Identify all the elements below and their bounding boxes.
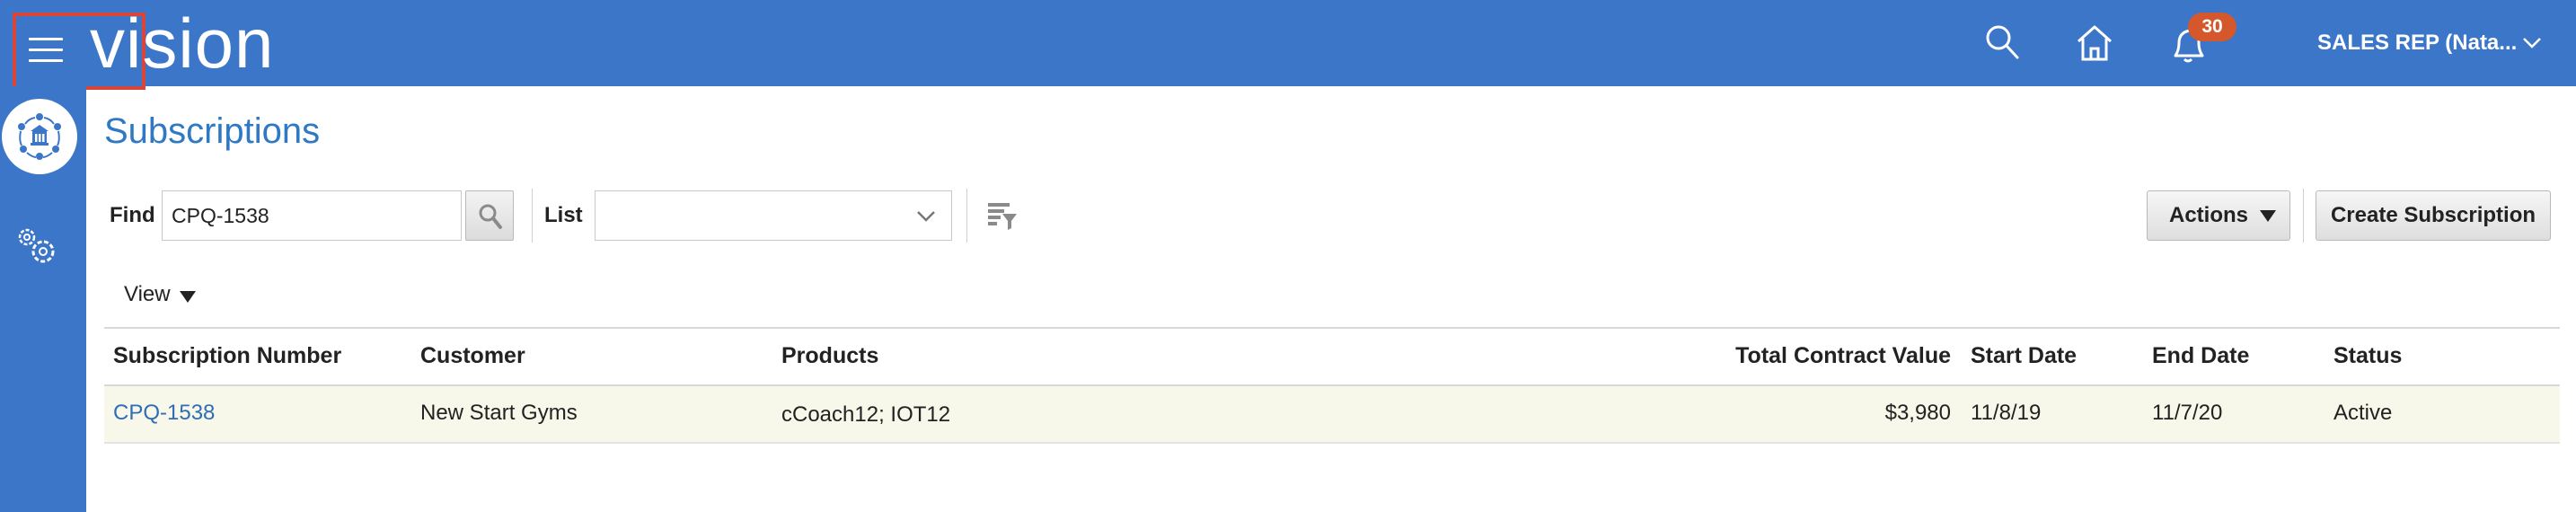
search-icon — [479, 204, 502, 229]
total-contract-value-cell: $3,980 — [1884, 401, 1951, 425]
column-header-total-contract-value[interactable]: Total Contract Value — [1689, 343, 1951, 369]
page-title: Subscriptions — [104, 111, 321, 151]
column-header-products[interactable]: Products — [781, 343, 878, 369]
list-label: List — [544, 203, 583, 227]
notification-count-badge[interactable]: 30 — [2188, 13, 2236, 41]
global-header: vision 30 SALES REP (Nata... — [0, 0, 2576, 90]
menu-icon — [29, 38, 63, 63]
divider — [966, 189, 967, 243]
find-label: Find — [110, 203, 155, 227]
caret-down-icon[interactable] — [180, 291, 196, 303]
table-top-border — [104, 327, 2560, 329]
caret-down-icon — [2260, 210, 2276, 222]
customer-cell: New Start Gyms — [420, 401, 578, 425]
settings-gears-icon[interactable] — [11, 223, 61, 269]
column-header-end-date[interactable]: End Date — [2152, 343, 2249, 369]
chevron-down-icon — [917, 211, 935, 222]
chevron-down-icon[interactable] — [2522, 36, 2542, 50]
advanced-filter-icon[interactable] — [986, 199, 1019, 232]
table-row-border — [104, 442, 2560, 444]
status-cell: Active — [2333, 401, 2393, 425]
end-date-cell: 11/7/20 — [2152, 401, 2223, 425]
left-rail — [0, 86, 86, 512]
user-menu[interactable]: SALES REP (Nata... — [2317, 31, 2517, 56]
search-icon[interactable] — [1980, 20, 2026, 66]
column-header-status[interactable]: Status — [2333, 343, 2402, 369]
create-subscription-button[interactable]: Create Subscription — [2316, 190, 2551, 241]
column-header-subscription-number[interactable]: Subscription Number — [113, 343, 341, 369]
subscription-number-link[interactable]: CPQ-1538 — [113, 401, 215, 426]
find-search-button[interactable] — [465, 190, 514, 241]
start-date-cell: 11/8/19 — [1971, 401, 2042, 425]
find-input[interactable] — [162, 190, 462, 241]
divider — [2303, 189, 2304, 243]
column-header-customer[interactable]: Customer — [420, 343, 525, 369]
home-icon[interactable] — [2071, 20, 2118, 66]
view-menu[interactable]: View — [124, 282, 171, 307]
list-select[interactable] — [595, 190, 952, 241]
work-area-button[interactable] — [2, 99, 77, 174]
work-area-icon — [18, 113, 61, 160]
app-logo: vision — [90, 4, 275, 83]
products-cell: cCoach12; IOT12 — [781, 402, 951, 427]
column-header-start-date[interactable]: Start Date — [1971, 343, 2077, 369]
divider — [532, 189, 533, 243]
